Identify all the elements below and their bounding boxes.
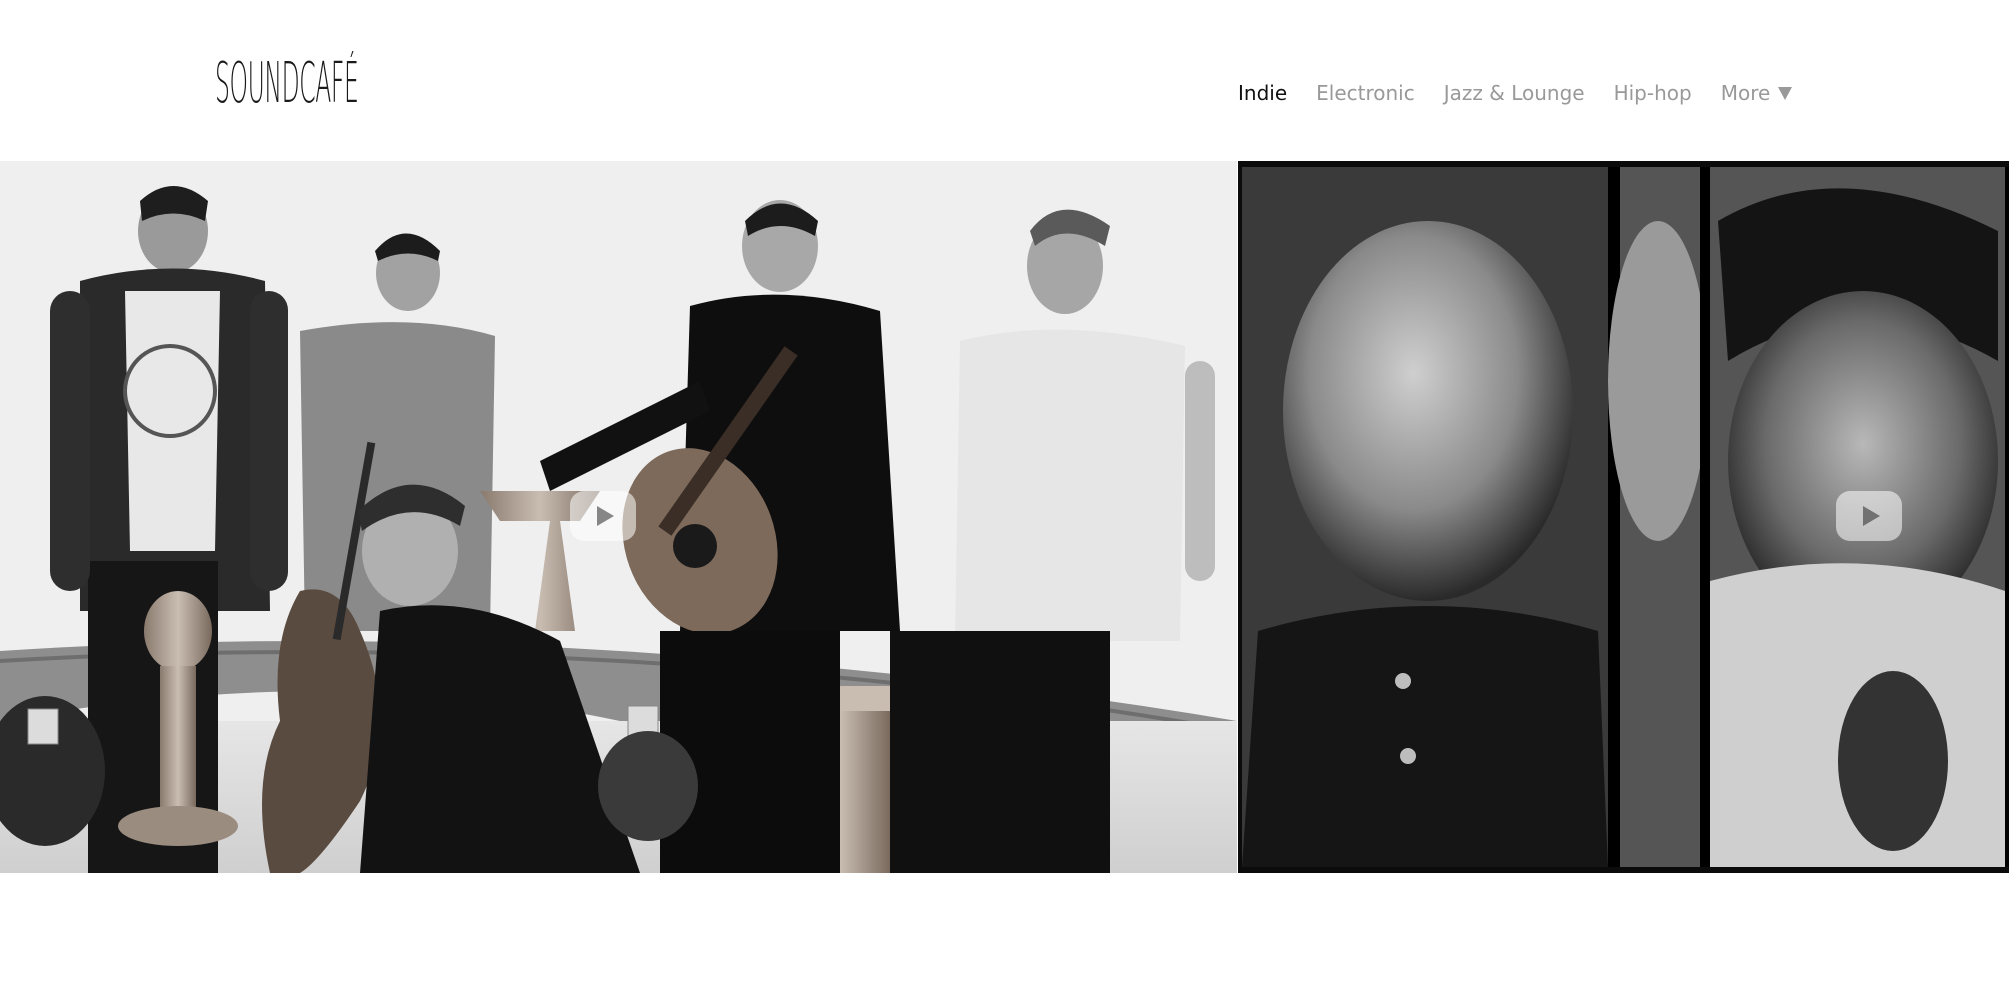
hero-carousel bbox=[0, 161, 2009, 873]
nav-item-indie[interactable]: Indie bbox=[1238, 78, 1287, 108]
page-bottom-space bbox=[0, 873, 2009, 998]
nav-item-hip-hop[interactable]: Hip-hop bbox=[1614, 78, 1692, 108]
slide-musician-portrait[interactable] bbox=[1238, 161, 2009, 873]
nav-item-electronic[interactable]: Electronic bbox=[1316, 78, 1415, 108]
play-button[interactable] bbox=[570, 491, 636, 541]
nav-more-label: More bbox=[1720, 81, 1771, 105]
caret-down-icon bbox=[1778, 86, 1793, 100]
nav-item-jazz-lounge[interactable]: Jazz & Lounge bbox=[1444, 78, 1585, 108]
logo[interactable]: SOUNDCAFÉ bbox=[215, 46, 557, 112]
nav-item-more[interactable]: More bbox=[1721, 78, 1793, 108]
logo-text: SOUNDCAFÉ bbox=[215, 51, 359, 116]
play-icon bbox=[596, 506, 614, 526]
site-header: SOUNDCAFÉ Indie Electronic Jazz & Lounge… bbox=[0, 0, 2009, 161]
play-icon bbox=[1862, 506, 1880, 526]
play-button[interactable] bbox=[1836, 491, 1902, 541]
slide-band-group[interactable] bbox=[0, 161, 1237, 873]
genre-nav: Indie Electronic Jazz & Lounge Hip-hop M… bbox=[1238, 78, 1793, 108]
